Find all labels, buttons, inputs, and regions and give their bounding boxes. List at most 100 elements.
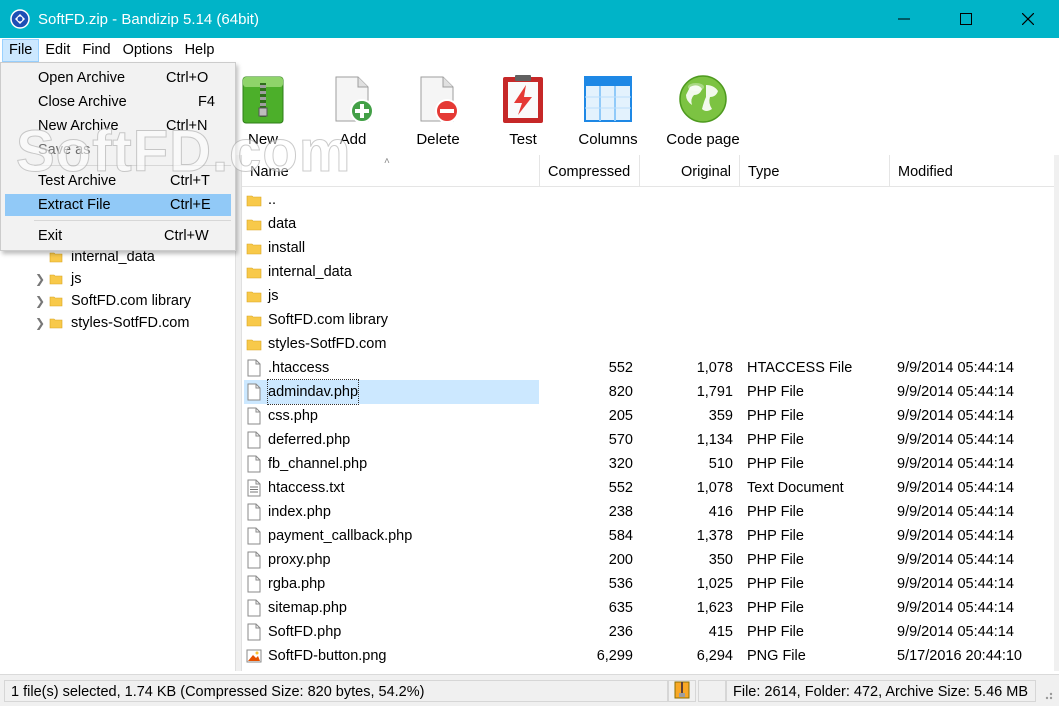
folder-icon (246, 291, 262, 303)
file-row[interactable]: admindav.php 820 1,791 PHP File 9/9/2014 05:… (242, 379, 1054, 405)
compressed-size (540, 284, 633, 308)
file-name-cell: internal_data (246, 260, 352, 284)
file-row[interactable]: rgba.php 536 1,025 PHP File 9/9/2014 05:44:1… (242, 572, 1054, 596)
vertical-scrollbar[interactable] (1054, 155, 1059, 671)
minimize-button[interactable] (873, 0, 935, 38)
original-size (640, 260, 733, 284)
file-row[interactable]: styles-SotfFD.com (242, 332, 1054, 356)
tree-item-softfd-library[interactable]: ❯ SoftFD.com library (5, 290, 191, 312)
file-type: PHP File (747, 624, 804, 640)
file-icon (247, 575, 261, 593)
file-menu-dropdown: Open Archive Ctrl+O Close Archive F4 New… (0, 62, 236, 251)
file-name-cell: styles-SotfFD.com (246, 332, 386, 356)
column-header-name[interactable]: Name ˄ (242, 155, 540, 187)
compressed-size: 6,299 (596, 648, 633, 664)
file-row[interactable]: .. (242, 188, 1054, 212)
menu-find[interactable]: Find (76, 39, 116, 62)
menu-file[interactable]: File (2, 39, 40, 62)
expand-chevron-icon[interactable]: ❯ (35, 272, 49, 286)
file-row[interactable]: .htaccess 552 1,078 HTACCESS File 9/9/2014 0… (242, 356, 1054, 380)
delete-button[interactable]: Delete (398, 73, 478, 153)
file-name: js (268, 288, 279, 304)
sort-ascending-icon: ˄ (384, 156, 390, 167)
file-row[interactable]: SoftFD-button.png 6,299 6,294 PNG File 5/17/… (242, 644, 1054, 668)
file-icon (247, 527, 261, 545)
menu-edit[interactable]: Edit (39, 39, 76, 62)
test-button[interactable]: Test (483, 73, 563, 153)
menu-test-archive[interactable]: Test Archive Ctrl+T (5, 170, 231, 192)
menu-open-archive[interactable]: Open Archive Ctrl+O (5, 67, 231, 89)
status-bar: 1 file(s) selected, 1.74 KB (Compressed … (0, 674, 1059, 706)
code-page-label: Code page (666, 131, 740, 148)
file-name: internal_data (268, 264, 352, 280)
menu-save-as[interactable]: Save as (5, 139, 231, 161)
expand-chevron-icon[interactable]: ❯ (35, 294, 49, 308)
file-icon (247, 383, 261, 401)
tree-item-js[interactable]: ❯ js (5, 268, 81, 290)
menu-options[interactable]: Options (117, 39, 179, 62)
menu-close-archive[interactable]: Close Archive F4 (5, 91, 231, 113)
column-header-label: Type (748, 164, 780, 180)
modified-date: 9/9/2014 05:44:14 (897, 432, 1014, 448)
menu-exit[interactable]: Exit Ctrl+W (5, 225, 231, 247)
file-row[interactable]: css.php 205 359 PHP File 9/9/2014 05:44:14 (242, 404, 1054, 428)
file-row[interactable]: SoftFD.php 236 415 PHP File 9/9/2014 05:44:1… (242, 620, 1054, 644)
file-list[interactable]: Name ˄ Compressed Original Type Modified… (242, 155, 1054, 671)
file-row[interactable]: deferred.php 570 1,134 PHP File 9/9/2014 05:… (242, 428, 1054, 452)
original-size: 1,134 (696, 432, 733, 448)
close-button[interactable] (997, 0, 1059, 38)
compressed-size: 552 (608, 480, 633, 496)
add-button[interactable]: Add (313, 73, 393, 153)
file-row[interactable]: fb_channel.php 320 510 PHP File 9/9/2014 05:… (242, 452, 1054, 476)
menu-bar: File Edit Find Options Help (0, 38, 1059, 63)
file-name: htaccess.txt (268, 480, 345, 496)
columns-button[interactable]: Columns (568, 73, 648, 153)
menu-extract-file[interactable]: Extract File Ctrl+E (5, 194, 231, 216)
tree-item-styles[interactable]: ❯ styles-SotfFD.com (5, 312, 189, 334)
column-header-label: Compressed (548, 164, 631, 180)
resize-grip-icon[interactable] (1040, 687, 1054, 701)
maximize-button[interactable] (935, 0, 997, 38)
file-row[interactable]: install (242, 236, 1054, 260)
compressed-size: 200 (608, 552, 633, 568)
file-row[interactable]: sitemap.php 635 1,623 PHP File 9/9/2014 05:4… (242, 596, 1054, 620)
title-bar: SoftFD.zip - Bandizip 5.14 (64bit) (0, 0, 1059, 38)
file-row[interactable]: internal_data (242, 260, 1054, 284)
column-header-modified[interactable]: Modified (890, 155, 1054, 187)
file-icon (247, 407, 261, 425)
file-icon (247, 599, 261, 617)
menu-item-shortcut: Ctrl+O (166, 70, 209, 86)
file-row[interactable]: index.php 238 416 PHP File 9/9/2014 05:44:14 (242, 500, 1054, 524)
add-label: Add (339, 131, 367, 148)
file-row[interactable]: htaccess.txt 552 1,078 Text Document 9/9/201… (242, 476, 1054, 500)
file-row[interactable]: data (242, 212, 1054, 236)
compressed-size: 236 (608, 624, 633, 640)
file-row[interactable]: SoftFD.com library (242, 308, 1054, 332)
file-icon (247, 503, 261, 521)
file-name: styles-SotfFD.com (268, 336, 387, 352)
modified-date: 9/9/2014 05:44:14 (897, 576, 1014, 592)
menu-help[interactable]: Help (179, 39, 221, 62)
menu-separator (34, 165, 231, 166)
test-label: Test (509, 131, 537, 148)
menu-new-archive[interactable]: New Archive Ctrl+N (5, 115, 231, 137)
compressed-size: 320 (608, 456, 633, 472)
file-row[interactable]: proxy.php 200 350 PHP File 9/9/2014 05:44:14 (242, 548, 1054, 572)
bandizip-app-icon[interactable] (10, 9, 30, 29)
file-row[interactable]: js (242, 284, 1054, 308)
compressed-size (540, 236, 633, 260)
file-name-cell: css.php (246, 404, 318, 428)
compressed-size (540, 332, 633, 356)
column-header-type[interactable]: Type (740, 155, 890, 187)
column-header-original[interactable]: Original (640, 155, 740, 187)
file-name-cell: fb_channel.php (246, 452, 367, 476)
menu-item-shortcut: Ctrl+N (166, 118, 208, 134)
modified-date: 9/9/2014 05:44:14 (897, 384, 1014, 400)
column-header-compressed[interactable]: Compressed (540, 155, 640, 187)
file-name: css.php (268, 408, 318, 424)
code-page-button[interactable]: Code page (663, 73, 743, 153)
file-row[interactable]: payment_callback.php 584 1,378 PHP File 9/9/… (242, 524, 1054, 548)
menu-item-label: New Archive (38, 118, 119, 134)
expand-chevron-icon[interactable]: ❯ (35, 316, 49, 330)
panel-splitter[interactable] (235, 155, 242, 671)
